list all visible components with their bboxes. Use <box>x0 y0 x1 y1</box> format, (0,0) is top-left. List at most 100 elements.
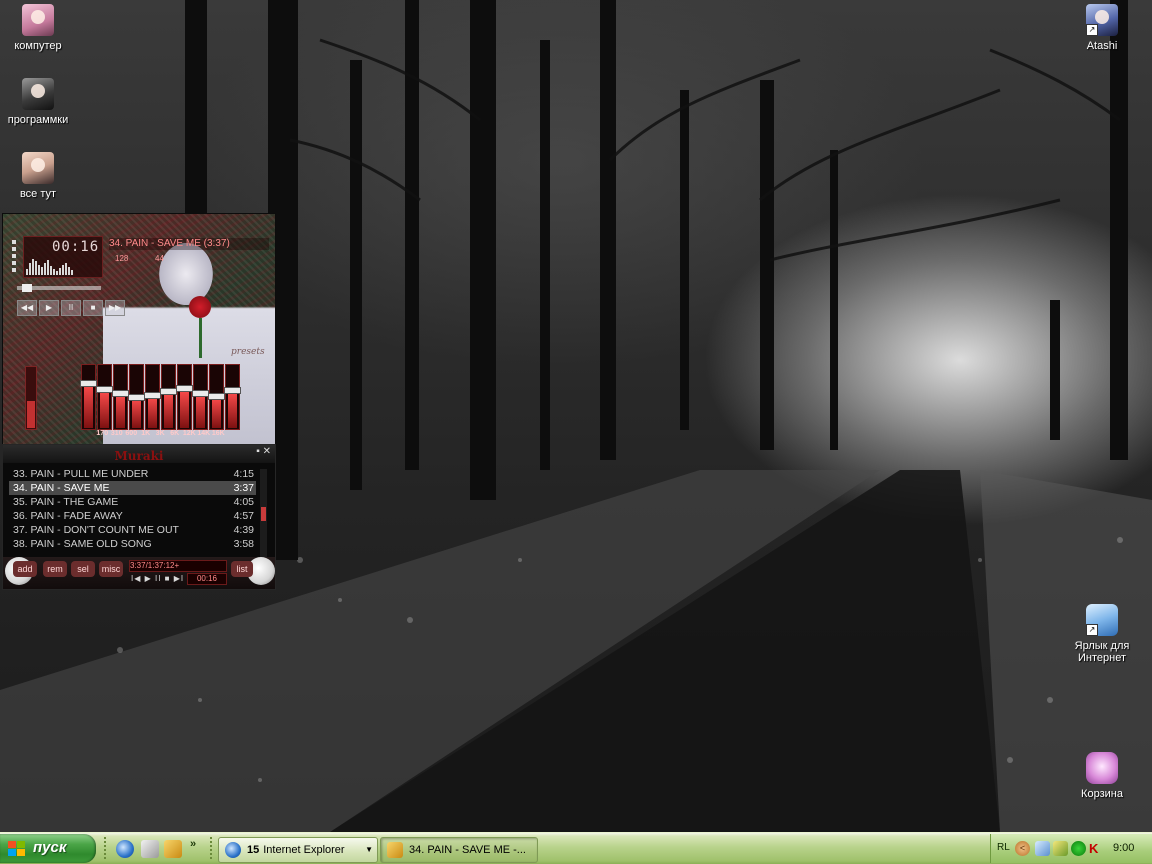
winamp-icon <box>387 842 403 858</box>
desktop-icon-programs[interactable]: программки <box>0 78 76 126</box>
pause-button[interactable]: II <box>61 300 81 316</box>
task-winamp[interactable]: 34. PAIN - SAVE ME -... <box>380 837 538 863</box>
spectrum-bar <box>53 269 55 275</box>
seek-bar[interactable] <box>17 284 101 292</box>
taskbar-clock[interactable]: 9:00 <box>1113 842 1134 854</box>
desktop-icon-internet-shortcut[interactable]: ↗ Ярлык для Интернет <box>1064 604 1140 664</box>
winamp-display: 00:16 <box>23 236 103 278</box>
eq-band-slider[interactable] <box>224 364 241 430</box>
playlist-row[interactable]: 33. PAIN - PULL ME UNDER 4:15 <box>9 467 256 481</box>
anime-folder-icon <box>22 152 54 184</box>
scroll-thumb[interactable] <box>261 507 266 521</box>
task-count: 15 <box>247 844 260 856</box>
kaspersky-tray-icon[interactable]: K <box>1089 841 1104 856</box>
add-button[interactable]: add <box>13 561 37 577</box>
spectrum-bar <box>29 263 31 275</box>
playlist-row[interactable]: 37. PAIN - DON'T COUNT ME OUT 4:39 <box>9 523 256 537</box>
start-button[interactable]: пуск <box>0 834 96 863</box>
spectrum-bar <box>68 267 70 275</box>
group-arrow-icon: ▼ <box>365 845 373 854</box>
taskbar: пуск » 15 Internet Explorer ▼ 34. PAIN - … <box>0 832 1152 864</box>
playlist-scrollbar[interactable] <box>260 469 267 557</box>
desktop-icon-label: Корзина <box>1081 788 1123 800</box>
recycle-bin-icon <box>1086 752 1118 784</box>
language-indicator[interactable]: RL <box>997 842 1010 853</box>
seek-knob[interactable] <box>22 284 32 292</box>
usb-tray-icon[interactable] <box>1053 841 1068 856</box>
desktop-icon-computer[interactable]: компутер <box>0 4 76 52</box>
playlist-titlebar[interactable]: Muraki ▪ ✕ <box>3 445 275 463</box>
eq-band-slider[interactable] <box>208 364 225 430</box>
shortcut-arrow-icon: ↗ <box>1086 624 1098 636</box>
play-button[interactable]: ▶ <box>39 300 59 316</box>
playlist-row[interactable]: 36. PAIN - FADE AWAY 4:57 <box>9 509 256 523</box>
winamp-window[interactable]: presets 00:16 34. PAIN - SAVE ME (3:37) … <box>2 213 276 446</box>
spectrum-bar <box>41 267 43 275</box>
eq-band-label: 600 <box>125 430 138 437</box>
network-tray-icon[interactable] <box>1035 841 1050 856</box>
winamp-side-buttons[interactable] <box>12 240 16 275</box>
track-duration: 4:39 <box>233 524 254 536</box>
eq-band-label: 1K <box>141 430 151 437</box>
task-label: 34. PAIN - SAVE ME -... <box>409 844 526 856</box>
media-player-icon[interactable] <box>141 840 159 858</box>
misc-button[interactable]: misc <box>99 561 123 577</box>
desktop-icon-recycle-bin[interactable]: Корзина <box>1064 752 1140 800</box>
system-tray: RL < K 9:00 <box>990 834 1152 863</box>
spectrum-visualizer[interactable] <box>26 257 74 275</box>
playback-time[interactable]: 00:16 <box>52 239 99 255</box>
eq-band-slider[interactable] <box>128 364 145 430</box>
eq-band-label: 16K <box>211 430 225 437</box>
close-icon[interactable]: ✕ <box>263 446 271 457</box>
desktop-icon-label-line1: Ярлык для <box>1074 640 1130 652</box>
internet-explorer-icon[interactable] <box>116 840 134 858</box>
shade-icon[interactable]: ▪ <box>256 446 260 457</box>
eq-band-slider[interactable] <box>192 364 209 430</box>
select-button[interactable]: sel <box>71 561 95 577</box>
remove-button[interactable]: rem <box>43 561 67 577</box>
task-internet-explorer[interactable]: 15 Internet Explorer ▼ <box>218 837 378 863</box>
winamp-icon[interactable] <box>164 840 182 858</box>
track-title: 35. PAIN - THE GAME <box>13 496 119 508</box>
track-duration: 4:57 <box>233 510 254 522</box>
taskbar-grip[interactable] <box>210 837 215 859</box>
playlist-row[interactable]: 38. PAIN - SAME OLD SONG 3:58 <box>9 537 256 551</box>
prev-button[interactable]: ◀◀ <box>17 300 37 316</box>
track-title: 37. PAIN - DON'T COUNT ME OUT <box>13 524 179 536</box>
eq-band-slider[interactable] <box>176 364 193 430</box>
desktop-icon-atashi[interactable]: ↗ Atashi <box>1064 4 1140 52</box>
desktop-icon-all-here[interactable]: все тут <box>0 152 76 200</box>
tray-expand-button[interactable]: < <box>1015 841 1030 856</box>
list-button[interactable]: list <box>231 561 253 577</box>
playlist-controls: add rem sel misc 3:37/1:37:12+ I◀ ▶ II ■… <box>3 557 275 589</box>
playlist-row[interactable]: 34. PAIN - SAVE ME 3:37 <box>9 481 256 495</box>
equalizer-band-labels: 170 310 600 1K 3K 6K 12K 14K 16K <box>95 430 267 437</box>
anime-shortcut-icon: ↗ <box>1086 4 1118 36</box>
eq-band-slider[interactable] <box>160 364 177 430</box>
anime-computer-icon <box>22 4 54 36</box>
desktop-icon-label: все тут <box>19 188 57 200</box>
track-title: 36. PAIN - FADE AWAY <box>13 510 123 522</box>
playlist-title: Muraki <box>114 449 164 463</box>
eq-band-slider[interactable] <box>96 364 113 430</box>
taskbar-grip[interactable] <box>104 837 109 859</box>
antivirus-tray-icon[interactable] <box>1071 841 1086 856</box>
khz-readout: 44 <box>155 254 164 263</box>
eq-band-slider[interactable] <box>112 364 129 430</box>
playlist-row[interactable]: 35. PAIN - THE GAME 4:05 <box>9 495 256 509</box>
spectrum-bar <box>38 265 40 275</box>
desktop-icon-label-line2: Интернет <box>1078 652 1126 664</box>
eq-band-slider[interactable] <box>80 364 97 430</box>
eq-band-slider[interactable] <box>144 364 161 430</box>
network-shortcut-icon: ↗ <box>1086 604 1118 636</box>
stop-button[interactable]: ■ <box>83 300 103 316</box>
track-title: 34. PAIN - SAVE ME <box>13 482 110 494</box>
next-button[interactable]: ▶▶ <box>105 300 125 316</box>
quicklaunch-chevron[interactable]: » <box>190 838 196 850</box>
internet-explorer-icon <box>225 842 241 858</box>
preamp-slider[interactable] <box>25 366 37 430</box>
winamp-playlist-window[interactable]: Muraki ▪ ✕ 33. PAIN - PULL ME UNDER 4:15 3… <box>2 444 276 590</box>
eq-band-label: 310 <box>110 430 123 437</box>
transport-controls: ◀◀ ▶ II ■ ▶▶ <box>17 300 125 316</box>
spectrum-bar <box>56 271 58 275</box>
